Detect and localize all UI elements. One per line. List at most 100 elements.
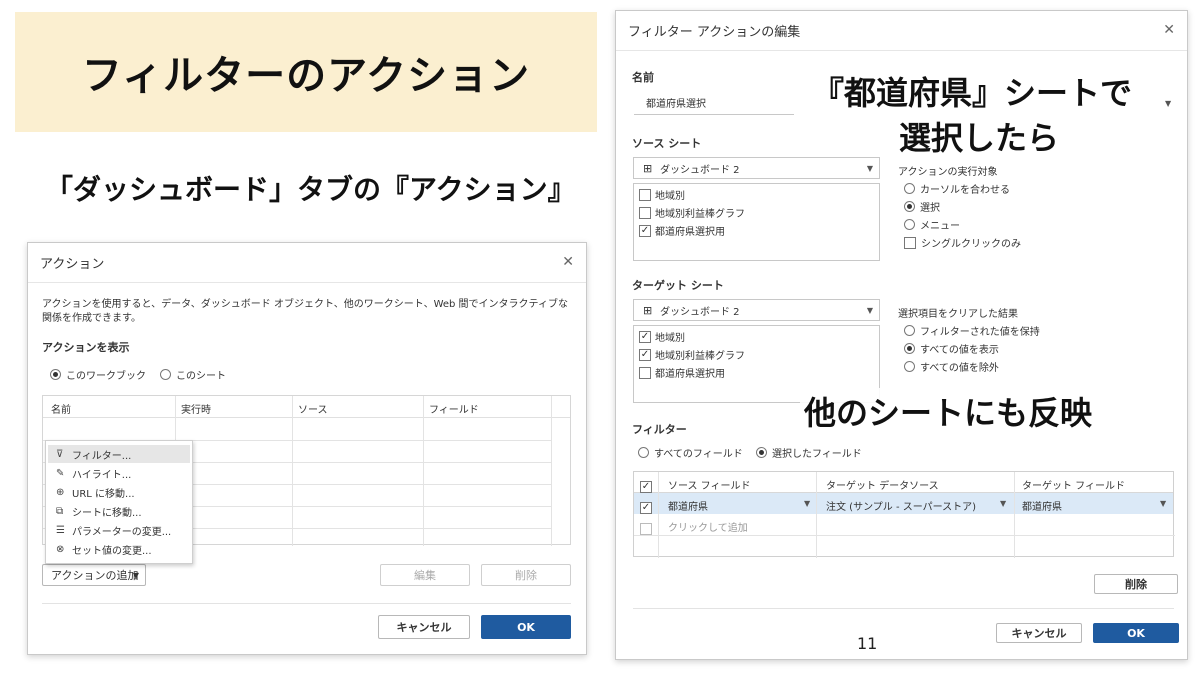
menu-item-go-to-sheet[interactable]: ⧉ シートに移動... bbox=[48, 502, 190, 520]
source-sheet-item[interactable]: 地域別利益棒グラフ bbox=[639, 205, 745, 220]
clearing-exclude-all[interactable]: すべての値を除外 bbox=[904, 359, 999, 374]
checkbox-checked-icon[interactable]: ✓ bbox=[640, 480, 652, 493]
ok-button[interactable]: OK bbox=[481, 615, 571, 639]
target-dashboard-select[interactable]: ⊞ ダッシュボード 2 ▼ bbox=[633, 299, 880, 321]
dashboard-icon: ⊞ bbox=[643, 161, 653, 175]
checkbox-checked-icon: ✓ bbox=[639, 348, 651, 361]
run-on-menu[interactable]: メニュー bbox=[904, 217, 960, 232]
radio-label: すべてのフィールド bbox=[654, 449, 743, 460]
menu-item-go-to-url[interactable]: ⊕ URL に移動... bbox=[48, 483, 190, 501]
target-sheet-item[interactable]: ✓ 地域別 bbox=[639, 329, 685, 344]
radio-button-icon bbox=[904, 201, 915, 212]
radio-label: 選択 bbox=[920, 203, 940, 214]
name-input[interactable]: 都道府県選択 bbox=[634, 95, 794, 115]
radio-this-sheet[interactable]: このシート bbox=[160, 367, 226, 382]
add-action-label: アクションの追加 bbox=[51, 569, 139, 582]
show-actions-label: アクションを表示 bbox=[42, 341, 130, 354]
sheet-label: 地域別 bbox=[655, 191, 685, 202]
clearing-show-all[interactable]: すべての値を表示 bbox=[904, 341, 999, 356]
run-on-select[interactable]: 選択 bbox=[904, 199, 940, 214]
radio-label: このシート bbox=[176, 371, 226, 382]
menu-item-highlight[interactable]: ✎ ハイライト... bbox=[48, 464, 190, 482]
radio-button-icon bbox=[904, 325, 915, 336]
sheet-label: 地域別利益棒グラフ bbox=[655, 209, 745, 220]
checkbox-unchecked-icon bbox=[904, 236, 916, 249]
delete-button[interactable]: 削除 bbox=[1094, 574, 1178, 594]
checkbox-unchecked-icon bbox=[640, 522, 652, 535]
dialog-description: アクションを使用すると、データ、ダッシュボード オブジェクト、他のワークシート、… bbox=[42, 299, 568, 324]
checkbox-checked-icon[interactable]: ✓ bbox=[640, 501, 652, 514]
caret-down-icon: ▼ bbox=[1165, 99, 1172, 108]
delete-button[interactable]: 削除 bbox=[481, 564, 571, 586]
slide-subtitle: 「ダッシュボード」タブの『アクション』 bbox=[45, 173, 576, 206]
add-action-menu: ⊽ フィルター... ✎ ハイライト... ⊕ URL に移動... ⧉ シート… bbox=[45, 440, 193, 564]
cancel-button[interactable]: キャンセル bbox=[378, 615, 470, 639]
close-icon[interactable]: ✕ bbox=[1163, 23, 1175, 37]
radio-this-workbook[interactable]: このワークブック bbox=[50, 367, 146, 382]
source-sheets-list: 地域別 地域別利益棒グラフ ✓ 都道府県選択用 bbox=[633, 183, 880, 261]
caret-down-icon[interactable]: ▼ bbox=[804, 499, 810, 508]
target-sheet-item[interactable]: ✓ 地域別利益棒グラフ bbox=[639, 347, 745, 362]
source-dashboard-select[interactable]: ⊞ ダッシュボード 2 ▼ bbox=[633, 157, 880, 179]
column-header-target-field: ターゲット フィールド bbox=[1022, 481, 1125, 492]
edit-button[interactable]: 編集 bbox=[380, 564, 470, 586]
annotation-bottom: 他のシートにも反映 bbox=[800, 388, 1097, 434]
table-row[interactable]: クリックして追加 bbox=[634, 514, 1173, 535]
clearing-keep-filtered[interactable]: フィルターされた値を保持 bbox=[904, 323, 1040, 338]
add-row-placeholder[interactable]: クリックして追加 bbox=[668, 519, 748, 534]
checkbox-unchecked-icon bbox=[639, 206, 651, 219]
radio-label: 選択したフィールド bbox=[772, 449, 862, 460]
filter-selected-fields[interactable]: 選択したフィールド bbox=[756, 445, 862, 460]
source-field-value[interactable]: 都道府県 bbox=[668, 498, 708, 513]
clearing-label: 選択項目をクリアした結果 bbox=[898, 309, 1018, 320]
radio-button-icon bbox=[904, 183, 915, 194]
radio-button-icon bbox=[904, 343, 915, 354]
cancel-button[interactable]: キャンセル bbox=[996, 623, 1082, 643]
column-header-name: 名前 bbox=[51, 405, 71, 416]
menu-item-label: ハイライト... bbox=[72, 469, 132, 481]
column-header-field: フィールド bbox=[429, 405, 479, 416]
menu-item-change-set-values[interactable]: ⊗ セット値の変更... bbox=[48, 540, 190, 558]
target-datasource-value[interactable]: 注文 (サンプル - スーパーストア) bbox=[826, 498, 976, 513]
radio-button-icon bbox=[50, 369, 61, 380]
slide-title: フィルターのアクション bbox=[81, 53, 531, 99]
column-header-source-field: ソース フィールド bbox=[668, 481, 751, 492]
radio-button-icon bbox=[756, 447, 767, 458]
globe-icon: ⊕ bbox=[56, 486, 65, 498]
menu-item-label: シートに移動... bbox=[72, 507, 142, 519]
close-icon[interactable]: ✕ bbox=[562, 255, 574, 269]
ok-button[interactable]: OK bbox=[1093, 623, 1179, 643]
source-sheets-label: ソース シート bbox=[632, 137, 702, 150]
add-action-button[interactable]: アクションの追加 ▼ bbox=[42, 564, 146, 586]
title-banner: フィルターのアクション bbox=[15, 12, 597, 132]
run-on-single-click-only[interactable]: シングルクリックのみ bbox=[904, 235, 1021, 250]
table-header: 名前 実行時 ソース フィールド bbox=[43, 396, 570, 418]
filter-all-fields[interactable]: すべてのフィールド bbox=[638, 445, 743, 460]
caret-down-icon[interactable]: ▼ bbox=[1160, 499, 1166, 508]
run-on-hover[interactable]: カーソルを合わせる bbox=[904, 181, 1010, 196]
menu-item-change-parameter[interactable]: ☰ パラメーターの変更... bbox=[48, 521, 190, 539]
table-row[interactable]: ✓ 都道府県 ▼ 注文 (サンプル - スーパーストア) ▼ 都道府県 ▼ bbox=[634, 493, 1173, 514]
filter-icon: ⊽ bbox=[56, 448, 64, 460]
dialog-title: アクション bbox=[28, 243, 586, 283]
target-sheet-item[interactable]: 都道府県選択用 bbox=[639, 365, 725, 380]
radio-label: すべての値を表示 bbox=[920, 345, 999, 356]
target-field-value[interactable]: 都道府県 bbox=[1022, 498, 1062, 513]
sheet-label: 都道府県選択用 bbox=[655, 369, 725, 380]
caret-down-icon[interactable]: ▼ bbox=[1000, 499, 1006, 508]
radio-label: フィルターされた値を保持 bbox=[920, 327, 1040, 338]
highlight-pen-icon: ✎ bbox=[56, 467, 65, 479]
source-sheet-item[interactable]: ✓ 都道府県選択用 bbox=[639, 223, 725, 238]
menu-item-label: セット値の変更... bbox=[72, 545, 152, 557]
go-to-sheet-icon: ⧉ bbox=[56, 505, 64, 517]
radio-label: このワークブック bbox=[66, 371, 146, 382]
page-number: 11 bbox=[857, 634, 878, 653]
menu-item-filter[interactable]: ⊽ フィルター... bbox=[48, 445, 190, 463]
source-sheet-item[interactable]: 地域別 bbox=[639, 187, 685, 202]
caret-down-icon: ▼ bbox=[132, 570, 139, 580]
name-label: 名前 bbox=[632, 71, 654, 84]
menu-item-label: URL に移動... bbox=[72, 488, 135, 500]
annotation-top-line2: 選択したら bbox=[895, 113, 1064, 159]
field-mapping-table[interactable]: ✓ ソース フィールド ターゲット データソース ターゲット フィールド ✓ 都… bbox=[633, 471, 1175, 558]
set-icon: ⊗ bbox=[56, 543, 65, 555]
